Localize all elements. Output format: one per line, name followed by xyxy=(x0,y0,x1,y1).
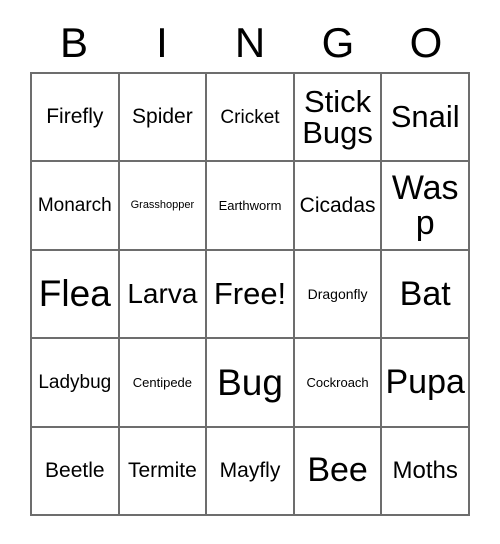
bingo-cell-label: Mayfly xyxy=(219,459,281,483)
bingo-cell-label: Grasshopper xyxy=(130,198,195,211)
bingo-cell[interactable]: Firefly xyxy=(32,74,120,163)
bingo-cell[interactable]: Monarch xyxy=(32,162,120,251)
bingo-cell[interactable]: Stick Bugs xyxy=(294,74,383,163)
bingo-cell[interactable]: Earthworm xyxy=(207,162,295,251)
bingo-cell[interactable]: Ladybug xyxy=(32,339,120,428)
bingo-header-letter-o: O xyxy=(409,19,443,66)
bingo-cell[interactable]: Bug xyxy=(207,339,295,428)
bingo-header-letter-n: N xyxy=(234,19,266,66)
bingo-cell-label: Snail xyxy=(390,99,460,135)
bingo-cell[interactable]: Cockroach xyxy=(294,339,383,428)
bingo-cell-label: Wasp xyxy=(391,168,459,242)
bingo-cell[interactable]: Mayfly xyxy=(207,427,295,516)
bingo-cell-label: Earthworm xyxy=(218,197,282,213)
bingo-cell-label: Firefly xyxy=(46,105,104,129)
bingo-cell[interactable]: Snail xyxy=(382,74,470,163)
bingo-cell-label: Cicadas xyxy=(299,193,376,217)
bingo-cell[interactable]: Beetle xyxy=(32,427,120,516)
bingo-cell[interactable]: Flea xyxy=(32,250,120,340)
bingo-cell-label: Dragonfly xyxy=(307,285,368,302)
bingo-card: B I N G O Firefly Spider Cricket Stick Bugs… xyxy=(0,0,500,544)
bingo-cell[interactable]: Centipede xyxy=(119,339,208,428)
bingo-cell[interactable]: Larva xyxy=(119,250,208,340)
bingo-cell-label: Cockroach xyxy=(306,374,369,390)
bingo-cell-label: Moths xyxy=(392,456,458,484)
bingo-cell-label: Termite xyxy=(127,459,197,483)
bingo-cell-label: Pupa xyxy=(385,363,465,402)
bingo-cell-label: Larva xyxy=(127,277,198,309)
bingo-cell[interactable]: Bee xyxy=(294,427,383,516)
bingo-header-letter-g: G xyxy=(321,19,355,66)
bingo-cell-label: Bug xyxy=(217,361,283,403)
bingo-header-row: B I N G O xyxy=(30,14,470,72)
bingo-cell[interactable]: Bat xyxy=(382,250,470,340)
bingo-cell-label: Monarch xyxy=(37,194,112,216)
bingo-cell[interactable]: Dragonfly xyxy=(294,250,383,340)
bingo-cell[interactable]: Moths xyxy=(382,427,470,516)
bingo-cell[interactable]: Grasshopper xyxy=(119,162,208,251)
bingo-cell-label: Stick Bugs xyxy=(302,83,373,151)
bingo-cell-label: Cricket xyxy=(220,106,280,128)
bingo-cell[interactable]: Spider xyxy=(119,74,208,163)
bingo-cell-label: Centipede xyxy=(132,374,193,390)
bingo-free-space-cell[interactable]: Free! xyxy=(207,250,295,340)
bingo-cell-label: Ladybug xyxy=(38,371,112,393)
bingo-grid: Firefly Spider Cricket Stick Bugs Snail Monar… xyxy=(30,72,470,516)
bingo-cell[interactable]: Cricket xyxy=(207,74,295,163)
bingo-cell-label: Bat xyxy=(399,274,451,313)
bingo-cell[interactable]: Cicadas xyxy=(294,162,383,251)
bingo-cell-label: Beetle xyxy=(45,459,105,483)
bingo-header-letter-i: I xyxy=(156,19,168,66)
bingo-cell-label: Free! xyxy=(213,276,287,312)
bingo-cell-label: Flea xyxy=(38,273,111,315)
bingo-cell[interactable]: Pupa xyxy=(382,339,470,428)
bingo-cell[interactable]: Wasp xyxy=(382,162,470,251)
bingo-header-letter-b: B xyxy=(59,19,88,66)
bingo-cell[interactable]: Termite xyxy=(119,427,208,516)
bingo-cell-label: Bee xyxy=(307,451,368,490)
bingo-cell-label: Spider xyxy=(132,105,193,129)
